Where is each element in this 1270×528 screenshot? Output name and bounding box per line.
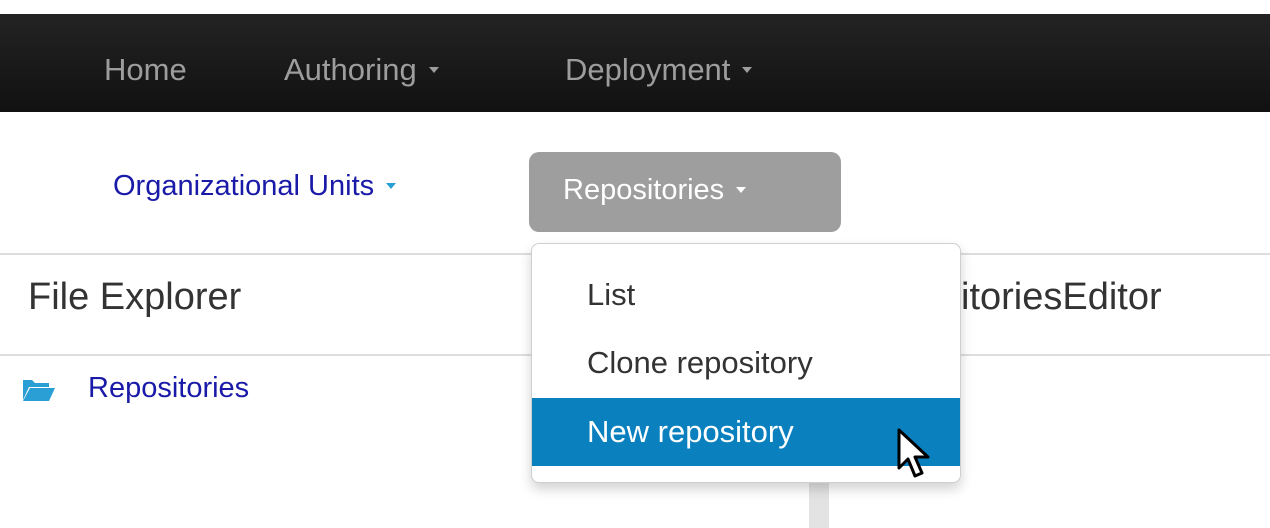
caret-down-icon	[386, 182, 397, 189]
file-explorer-title: File Explorer	[28, 276, 242, 318]
nav-authoring-label: Authoring	[284, 52, 417, 87]
folder-open-icon	[23, 380, 55, 401]
org-units-tab[interactable]: Organizational Units	[113, 170, 397, 203]
menu-item-label: List	[587, 277, 636, 312]
menu-item-clone-repository[interactable]: Clone repository	[532, 329, 960, 397]
nav-authoring[interactable]: Authoring	[284, 52, 439, 88]
menu-item-label: New repository	[587, 414, 794, 449]
menu-item-label: Clone repository	[587, 345, 813, 380]
nav-home-label: Home	[104, 52, 187, 87]
caret-down-icon	[742, 67, 753, 74]
repositories-tab-label: Repositories	[563, 174, 725, 206]
nav-home[interactable]: Home	[104, 52, 187, 88]
tree-item-label: Repositories	[88, 372, 250, 404]
caret-down-icon	[736, 186, 747, 193]
repositories-editor-title: sitoriesEditor	[942, 276, 1162, 318]
caret-down-icon	[428, 67, 439, 74]
nav-deployment-label: Deployment	[565, 52, 731, 87]
mouse-pointer-icon	[897, 428, 930, 478]
top-navbar: Home Authoring Deployment	[0, 14, 1270, 112]
nav-deployment[interactable]: Deployment	[565, 52, 753, 88]
repositories-tab[interactable]: Repositories	[529, 152, 841, 232]
org-units-label: Organizational Units	[113, 170, 375, 202]
menu-item-list[interactable]: List	[532, 261, 960, 329]
app-window: Home Authoring Deployment Organizational…	[0, 0, 1270, 528]
